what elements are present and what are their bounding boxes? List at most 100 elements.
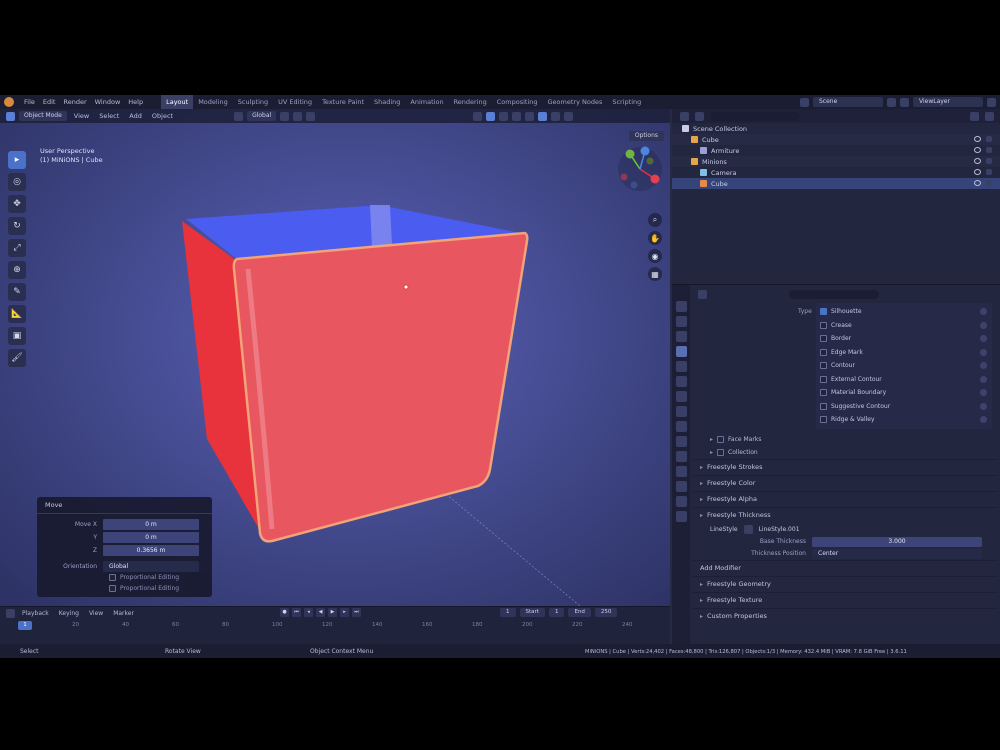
base-thickness-field[interactable]: 3.000 bbox=[812, 536, 982, 547]
menu-keying[interactable]: Keying bbox=[56, 610, 82, 617]
scene-tab-icon[interactable] bbox=[675, 361, 687, 372]
collection-tab-icon[interactable] bbox=[675, 391, 687, 402]
rotate-icon[interactable]: ↻ bbox=[8, 217, 26, 235]
shading-material-icon[interactable] bbox=[551, 111, 561, 121]
menu-window[interactable]: Window bbox=[91, 98, 125, 106]
panel-section[interactable]: ▸ Freestyle Thickness bbox=[692, 506, 998, 523]
pivot-icon[interactable] bbox=[280, 111, 290, 121]
checkbox-icon[interactable] bbox=[820, 402, 827, 410]
jump-start-icon[interactable]: ⏮ bbox=[292, 608, 301, 617]
collection-row[interactable]: ▸ Collection bbox=[692, 446, 998, 459]
panel-section[interactable]: ▸ Freestyle Strokes bbox=[692, 458, 998, 475]
constraints-tab-icon[interactable] bbox=[675, 466, 687, 477]
linestyle-name-field[interactable]: LineStyle.001 bbox=[759, 526, 800, 533]
scene-field[interactable]: Scene bbox=[813, 97, 883, 107]
menu-marker[interactable]: Marker bbox=[110, 610, 137, 617]
edge-type-row[interactable]: External Contour bbox=[816, 373, 992, 387]
add-modifier-row[interactable]: Add Modifier bbox=[692, 559, 998, 576]
tab-geometry-nodes[interactable]: Geometry Nodes bbox=[543, 95, 608, 109]
menu-file[interactable]: File bbox=[20, 98, 39, 106]
camera-render-icon[interactable] bbox=[986, 169, 992, 175]
shading-rendered-icon[interactable] bbox=[564, 111, 574, 121]
exclude-toggle-icon[interactable] bbox=[980, 416, 987, 423]
menu-help[interactable]: Help bbox=[124, 98, 147, 106]
tab-modeling[interactable]: Modeling bbox=[193, 95, 233, 109]
camera-render-icon[interactable] bbox=[986, 136, 992, 142]
menu-view[interactable]: View bbox=[71, 112, 92, 120]
properties-search-input[interactable] bbox=[789, 290, 879, 299]
tab-rendering[interactable]: Rendering bbox=[449, 95, 492, 109]
overlay-toggle-icon[interactable] bbox=[499, 111, 509, 121]
checkbox-icon[interactable] bbox=[820, 375, 827, 383]
checkbox-icon[interactable] bbox=[717, 448, 725, 456]
start-frame-field[interactable]: 1 bbox=[548, 608, 565, 617]
eye-icon[interactable] bbox=[974, 158, 981, 164]
outliner-row[interactable]: Camera bbox=[672, 167, 1000, 178]
measure-icon[interactable]: 📐 bbox=[8, 305, 26, 323]
world-tab-icon[interactable] bbox=[675, 376, 687, 387]
navigation-gizmo[interactable] bbox=[618, 146, 662, 192]
panel-section[interactable]: ▸ Freestyle Alpha bbox=[692, 490, 998, 507]
brush-icon[interactable]: 🖌 bbox=[8, 349, 26, 367]
edge-type-row[interactable]: Material Boundary bbox=[816, 386, 992, 400]
display-mode-icon[interactable] bbox=[695, 111, 704, 121]
properties-editor[interactable]: Type Silhouette Crease Border Edge Mark Cont… bbox=[672, 284, 1000, 645]
data-tab-icon[interactable] bbox=[675, 481, 687, 492]
scale-icon[interactable]: ⤢ bbox=[8, 239, 26, 257]
outliner-search-input[interactable] bbox=[710, 111, 800, 121]
3d-cursor-icon[interactable] bbox=[403, 284, 409, 290]
operator-title[interactable]: Move bbox=[37, 497, 212, 514]
camera-render-icon[interactable] bbox=[986, 147, 992, 153]
options-button[interactable]: Options bbox=[628, 131, 664, 141]
exclude-toggle-icon[interactable] bbox=[980, 308, 987, 315]
checkbox-icon[interactable] bbox=[820, 362, 827, 370]
menu-select[interactable]: Select bbox=[96, 112, 122, 120]
physics-tab-icon[interactable] bbox=[675, 451, 687, 462]
face-marks-row[interactable]: ▸ Face Marks bbox=[692, 433, 998, 446]
edge-type-row[interactable]: Crease bbox=[816, 319, 992, 333]
exclude-toggle-icon[interactable] bbox=[980, 389, 987, 396]
proportional-check-1[interactable]: Proportional Editing bbox=[37, 572, 212, 583]
play-reverse-icon[interactable]: ◀ bbox=[316, 608, 325, 617]
mode-selector[interactable]: Object Mode bbox=[19, 111, 67, 121]
shading-wire-icon[interactable] bbox=[525, 111, 535, 121]
panel-section[interactable]: ▸ Freestyle Color bbox=[692, 474, 998, 491]
tool-tab-icon[interactable] bbox=[675, 301, 687, 312]
tab-sculpting[interactable]: Sculpting bbox=[233, 95, 273, 109]
move-x-field[interactable]: 0 m bbox=[103, 518, 199, 530]
add-modifier-button[interactable]: Add Modifier bbox=[700, 564, 741, 572]
editor-type-icon[interactable] bbox=[6, 111, 15, 121]
copy-icon[interactable] bbox=[887, 97, 896, 107]
last-operator-panel[interactable]: Move Move X 0 m Y 0 m Z 0.3656 m Orienta… bbox=[37, 497, 212, 597]
checkbox-icon[interactable] bbox=[820, 348, 827, 356]
annotate-icon[interactable]: ✎ bbox=[8, 283, 26, 301]
edge-type-row[interactable]: Edge Mark bbox=[816, 346, 992, 360]
current-frame-field[interactable]: 1 bbox=[500, 608, 516, 617]
eye-icon[interactable] bbox=[974, 136, 981, 142]
shading-solid-icon[interactable] bbox=[538, 111, 548, 121]
output-tab-icon[interactable] bbox=[675, 331, 687, 342]
menu-render[interactable]: Render bbox=[59, 98, 90, 106]
move-icon[interactable]: ✥ bbox=[8, 195, 26, 213]
end-frame-field[interactable]: 250 bbox=[594, 608, 618, 617]
orientation-dropdown[interactable]: Global bbox=[103, 560, 199, 572]
move-z-field[interactable]: 0.3656 m bbox=[103, 544, 199, 556]
edge-type-row[interactable]: Silhouette bbox=[816, 305, 992, 319]
move-y-field[interactable]: 0 m bbox=[103, 531, 199, 543]
particles-tab-icon[interactable] bbox=[675, 436, 687, 447]
checkbox-icon[interactable] bbox=[109, 574, 116, 581]
eye-icon[interactable] bbox=[974, 147, 981, 153]
checkbox-icon[interactable] bbox=[820, 416, 827, 424]
timeline-ruler[interactable]: 240220200180160140120100806040200 1 bbox=[0, 621, 670, 643]
snap-icon[interactable] bbox=[293, 111, 303, 121]
timeline-editor-icon[interactable] bbox=[6, 608, 15, 618]
outliner-row[interactable]: Cube bbox=[672, 134, 1000, 145]
panel-section[interactable]: ▸ Freestyle Geometry bbox=[692, 575, 998, 592]
filter-icon[interactable] bbox=[970, 111, 979, 121]
edge-type-row[interactable]: Border bbox=[816, 332, 992, 346]
checkbox-icon[interactable] bbox=[820, 321, 827, 329]
outliner-row[interactable]: Cube bbox=[672, 178, 1000, 189]
texture-tab-icon[interactable] bbox=[675, 511, 687, 522]
render-tab-icon[interactable] bbox=[675, 316, 687, 327]
tab-animation[interactable]: Animation bbox=[405, 95, 448, 109]
